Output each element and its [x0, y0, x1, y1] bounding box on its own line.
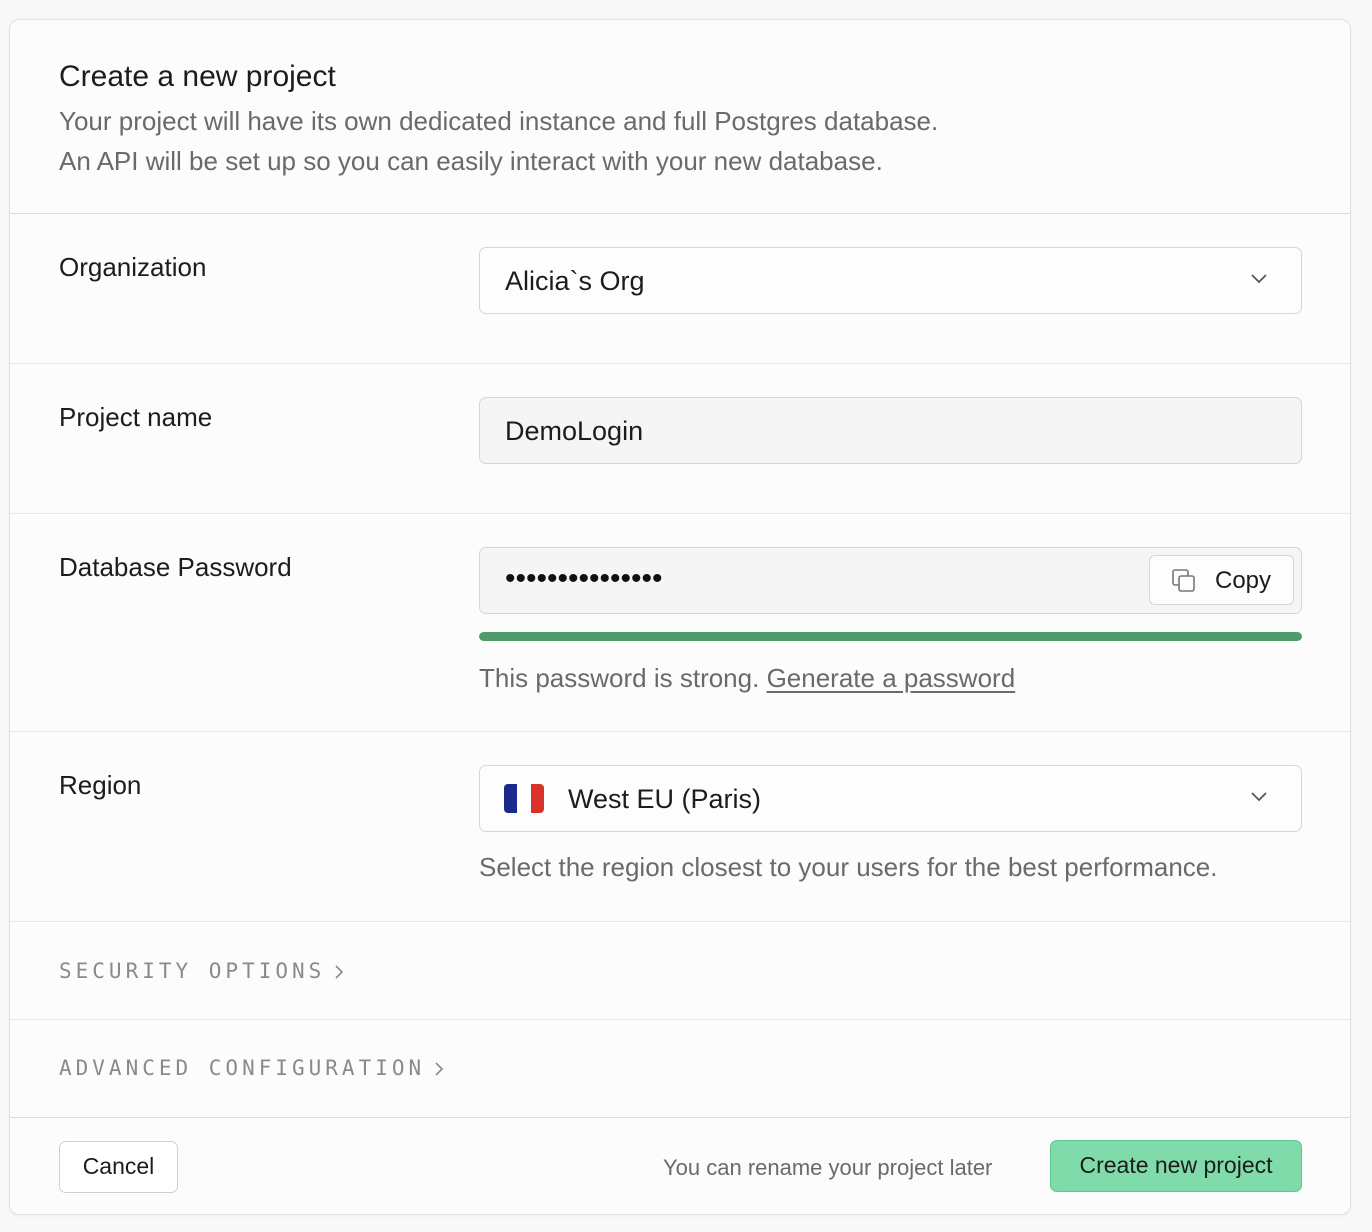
copy-icon: [1172, 569, 1195, 592]
dialog-footer: Cancel You can rename your project later…: [10, 1117, 1350, 1214]
password-strength-hint: This password is strong. Generate a pass…: [479, 663, 1015, 694]
cancel-button[interactable]: Cancel: [59, 1141, 178, 1193]
dialog-title: Create a new project: [59, 60, 336, 93]
chevron-right-icon: [335, 965, 344, 979]
database-password-input[interactable]: ••••••••••••••• Copy: [479, 547, 1302, 614]
password-strength-fill: [479, 632, 1302, 641]
chevron-right-icon: [435, 1062, 444, 1076]
project-name-value: DemoLogin: [505, 416, 644, 446]
generate-password-link[interactable]: Generate a password: [767, 663, 1016, 693]
create-project-dialog: Create a new project Your project will h…: [9, 19, 1351, 1215]
rename-note: You can rename your project later: [663, 1155, 993, 1180]
copy-button-label: Copy: [1215, 567, 1272, 594]
database-password-label: Database Password: [59, 552, 292, 582]
region-hint: Select the region closest to your users …: [479, 852, 1218, 882]
create-project-button[interactable]: Create new project: [1050, 1140, 1302, 1192]
advanced-configuration-toggle[interactable]: ADVANCED CONFIGURATION: [59, 1056, 447, 1080]
password-masked-value: •••••••••••••••: [505, 562, 663, 595]
advanced-configuration-section[interactable]: ADVANCED CONFIGURATION: [10, 1020, 1350, 1117]
france-flag-icon: [504, 784, 544, 813]
region-section: Region West EU (Paris) Select the region…: [10, 732, 1350, 922]
project-name-label: Project name: [59, 402, 213, 432]
password-strength-text: This password is strong.: [479, 663, 767, 693]
organization-selected-value: Alicia`s Org: [505, 266, 645, 296]
security-options-label: SECURITY OPTIONS: [59, 959, 326, 983]
database-password-section: Database Password ••••••••••••••• Copy: [10, 514, 1350, 732]
project-name-section: Project name DemoLogin: [10, 364, 1350, 514]
chevron-down-icon: [1251, 792, 1267, 802]
organization-section: Organization Alicia`s Org: [10, 214, 1350, 364]
copy-password-button[interactable]: Copy: [1149, 555, 1294, 605]
dialog-header: Create a new project Your project will h…: [10, 20, 1350, 214]
security-options-toggle[interactable]: SECURITY OPTIONS: [59, 959, 347, 983]
password-strength-bar: [479, 632, 1302, 641]
region-selected-value: West EU (Paris): [568, 784, 762, 814]
organization-label: Organization: [59, 252, 207, 282]
region-select[interactable]: West EU (Paris): [479, 765, 1302, 832]
advanced-configuration-label: ADVANCED CONFIGURATION: [59, 1056, 426, 1080]
chevron-down-icon: [1251, 274, 1267, 284]
organization-select[interactable]: Alicia`s Org: [479, 247, 1302, 314]
region-label: Region: [59, 770, 142, 800]
dialog-description-line2: An API will be set up so you can easily …: [59, 146, 883, 176]
project-name-input[interactable]: DemoLogin: [479, 397, 1302, 464]
security-options-section[interactable]: SECURITY OPTIONS: [10, 922, 1350, 1020]
dialog-description-line1: Your project will have its own dedicated…: [59, 106, 939, 136]
